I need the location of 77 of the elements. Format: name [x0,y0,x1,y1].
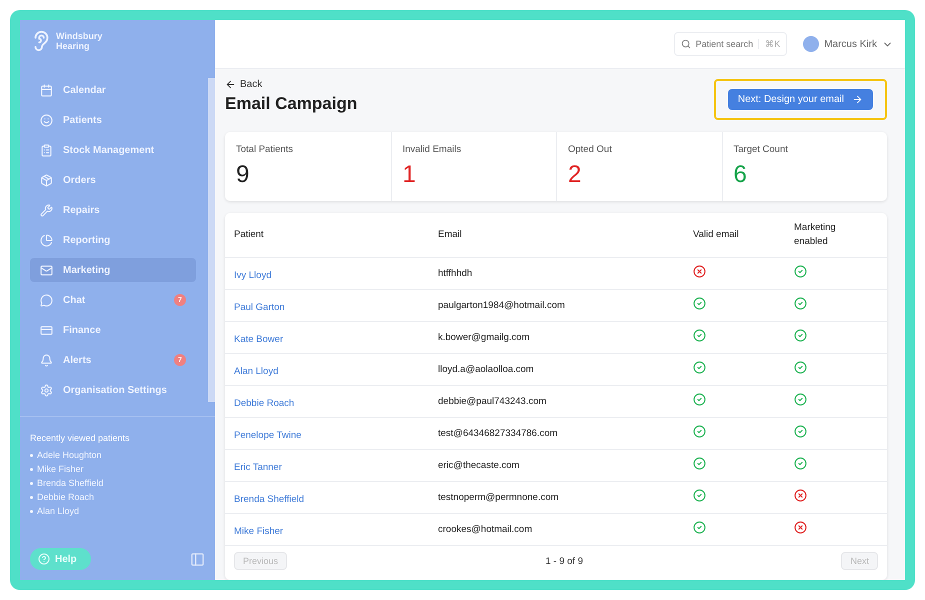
recent-patient-link[interactable]: Brenda Sheffield [37,478,104,488]
help-button[interactable]: Help [30,548,91,570]
search-field[interactable]: Patient search ⌘K [674,32,788,56]
email-cell-text: lloyd.a@aolaolloa.com [438,364,535,375]
bullet-icon [30,496,33,498]
avatar[interactable] [803,36,820,52]
nav-item[interactable]: Calendar [30,78,196,102]
box-icon [40,174,53,186]
email-cell-text: debbie@paul743243.com [438,396,548,407]
stat-label: Target Count [734,144,789,155]
stat-label: Invalid Emails [402,144,462,155]
stat-value: 6 [734,161,748,189]
column-header: Valid email [693,228,740,242]
collapse-icon[interactable] [190,552,205,566]
search-placeholder: Patient search [696,39,754,49]
bullet-icon [30,510,33,512]
brand-name: Windsbury Hearing [56,31,102,51]
email-cell-text: htffhhdh [438,268,474,279]
nav-item[interactable]: Repairs [30,198,196,222]
recent-heading: Recently viewed patients [30,433,130,443]
help-icon [38,553,50,565]
nav-item[interactable]: Reporting [30,228,196,252]
email-cell-text: crookes@hotmail.com [438,524,534,535]
nav-item[interactable]: Stock Management [30,138,196,162]
wrench-icon [40,204,53,216]
arrow-right-icon [852,94,863,105]
bullet-icon [30,468,33,470]
nav-item[interactable]: Patients [30,108,196,132]
envelope-icon [40,264,53,276]
email-cell-text: paulgarton1984@hotmail.com [438,300,566,311]
patient-link[interactable]: Paul Garton [234,302,285,312]
page-range: 1 - 9 of 9 [546,556,583,566]
smiley-icon [40,114,53,126]
email-cell-text: testnoperm@permnone.com [438,492,560,503]
recent-patient-link[interactable]: Adele Houghton [37,450,102,460]
bell-icon [40,354,53,366]
recent-patient-link[interactable]: Alan Lloyd [37,506,80,516]
patient-link[interactable]: Alan Lloyd [234,366,278,376]
recent-patient-link[interactable]: Debbie Roach [37,492,94,502]
patient-link[interactable]: Eric Tanner [234,462,282,472]
bullet-icon [30,454,33,456]
stat-label: Opted Out [568,144,613,155]
nav-item[interactable]: Finance [30,318,196,342]
email-cell-text: k.bower@gmailg.com [438,332,530,343]
patient-link[interactable]: Mike Fisher [234,526,284,536]
column-header: Patient [234,228,265,242]
stat-value: 2 [568,161,582,189]
stat-value: 1 [402,161,417,189]
email-cell-text: test@64346827334786.com [438,428,559,439]
calendar-icon [40,84,53,96]
recent-patient-link[interactable]: Mike Fisher [37,464,84,474]
shortcut-hint: ⌘K [758,39,780,49]
search-icon [680,39,691,49]
nav-item[interactable]: Marketing [30,258,196,282]
bullet-icon [30,482,33,484]
user-name[interactable]: Marcus Kirk [824,38,877,50]
column-header: Marketing enabled [794,221,837,249]
column-header: Email [438,228,463,242]
patient-link[interactable]: Debbie Roach [234,398,294,408]
back-arrow-icon [225,79,236,90]
patient-link[interactable]: Kate Bower [234,334,284,344]
back-link[interactable]: Back [225,79,358,90]
clipboard-icon [40,144,53,156]
next-button[interactable]: Next: Design your email [728,89,873,110]
chat-bubble-icon [40,294,53,306]
pie-chart-icon [40,234,53,246]
settings-icon [40,384,53,396]
card-icon [40,324,53,336]
nav-item[interactable]: Orders [30,168,196,192]
stat-label: Total Patients [236,144,294,155]
stat-value: 9 [236,161,250,189]
patient-link[interactable]: Penelope Twine [234,430,302,440]
patient-link[interactable]: Brenda Sheffield [234,494,304,504]
patient-link[interactable]: Ivy Lloyd [234,270,272,280]
email-cell-text: eric@thecaste.com [438,460,520,471]
nav-item[interactable]: Organisation Settings [30,378,196,402]
page-title: Email Campaign [225,94,358,114]
